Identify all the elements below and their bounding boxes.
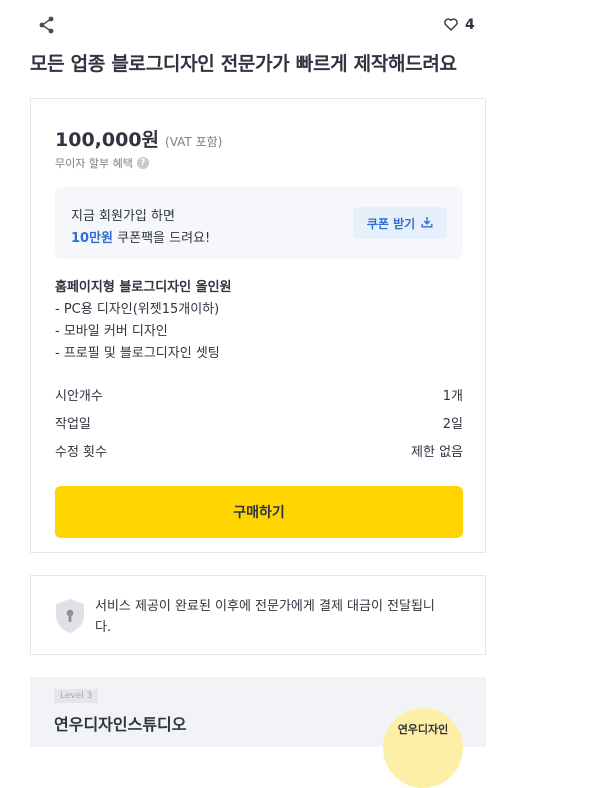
spec-row-drafts: 시안개수 1개 bbox=[55, 385, 463, 404]
spec-label: 시안개수 bbox=[55, 389, 103, 404]
coupon-line2: 10만원 쿠폰팩을 드려요! bbox=[71, 227, 210, 246]
spec-value: 제한 없음 bbox=[411, 445, 463, 460]
heart-icon bbox=[444, 16, 458, 35]
page-title: 모든 업종 블로그디자인 전문가가 빠르게 제작해드려요 bbox=[30, 53, 457, 75]
buy-button[interactable]: 구매하기 bbox=[55, 486, 463, 538]
top-bar: 4 bbox=[0, 0, 615, 50]
notice-text: 서비스 제공이 완료된 이후에 전문가에게 결제 대금이 전달됩니다. bbox=[95, 599, 435, 635]
coupon-banner: 지금 회원가입 하면 10만원 쿠폰팩을 드려요! 쿠폰 받기 bbox=[55, 187, 463, 259]
coupon-amount: 10만원 bbox=[71, 231, 114, 246]
question-circle-icon[interactable]: ? bbox=[136, 157, 149, 169]
spec-value: 2일 bbox=[442, 417, 463, 432]
coupon-button-label: 쿠폰 받기 bbox=[366, 216, 416, 231]
expert-name[interactable]: 연우디자인스튜디오 bbox=[54, 711, 186, 735]
coupon-download-button[interactable]: 쿠폰 받기 bbox=[353, 207, 447, 239]
spec-value: 1개 bbox=[442, 389, 463, 404]
share-icon[interactable] bbox=[36, 14, 58, 36]
package-feature: - PC용 디자인(위젯15개이하) bbox=[55, 302, 220, 317]
price: 100,000원 (VAT 포함) bbox=[55, 125, 222, 152]
expert-card: Level 3 연우디자인스튜디오 연우디자인 bbox=[30, 677, 486, 788]
spec-row-revisions: 수정 횟수 제한 없음 bbox=[55, 441, 463, 460]
spec-row-workdays: 작업일 2일 bbox=[55, 413, 463, 432]
package-title: 홈페이지형 블로그디자인 올인원 bbox=[55, 280, 232, 295]
shield-lock-icon bbox=[53, 597, 87, 635]
like-button[interactable]: 4 bbox=[444, 15, 475, 35]
like-count: 4 bbox=[465, 17, 475, 33]
coupon-line2-rest: 쿠폰팩을 드려요! bbox=[113, 231, 211, 246]
package-feature: - 프로필 및 블로그디자인 셋팅 bbox=[55, 346, 220, 361]
installment-label: 무이자 할부 혜택 bbox=[55, 157, 133, 170]
level-badge: Level 3 bbox=[54, 689, 99, 703]
spec-label: 수정 횟수 bbox=[55, 445, 107, 460]
installment-info: 무이자 할부 혜택 ? bbox=[55, 155, 149, 171]
vat-note: (VAT 포함) bbox=[165, 135, 223, 149]
price-amount: 100,000원 bbox=[55, 129, 160, 151]
package-features: - PC용 디자인(위젯15개이하) - 모바일 커버 디자인 - 프로필 및 … bbox=[55, 299, 220, 365]
spec-label: 작업일 bbox=[55, 417, 91, 432]
package-card: 100,000원 (VAT 포함) 무이자 할부 혜택 ? 지금 회원가입 하면… bbox=[30, 98, 486, 553]
payment-notice: 서비스 제공이 완료된 이후에 전문가에게 결제 대금이 전달됩니다. bbox=[30, 575, 486, 655]
package-feature: - 모바일 커버 디자인 bbox=[55, 324, 168, 339]
avatar[interactable]: 연우디자인 bbox=[383, 708, 463, 788]
coupon-line1: 지금 회원가입 하면 bbox=[71, 209, 175, 224]
download-icon bbox=[421, 216, 433, 231]
